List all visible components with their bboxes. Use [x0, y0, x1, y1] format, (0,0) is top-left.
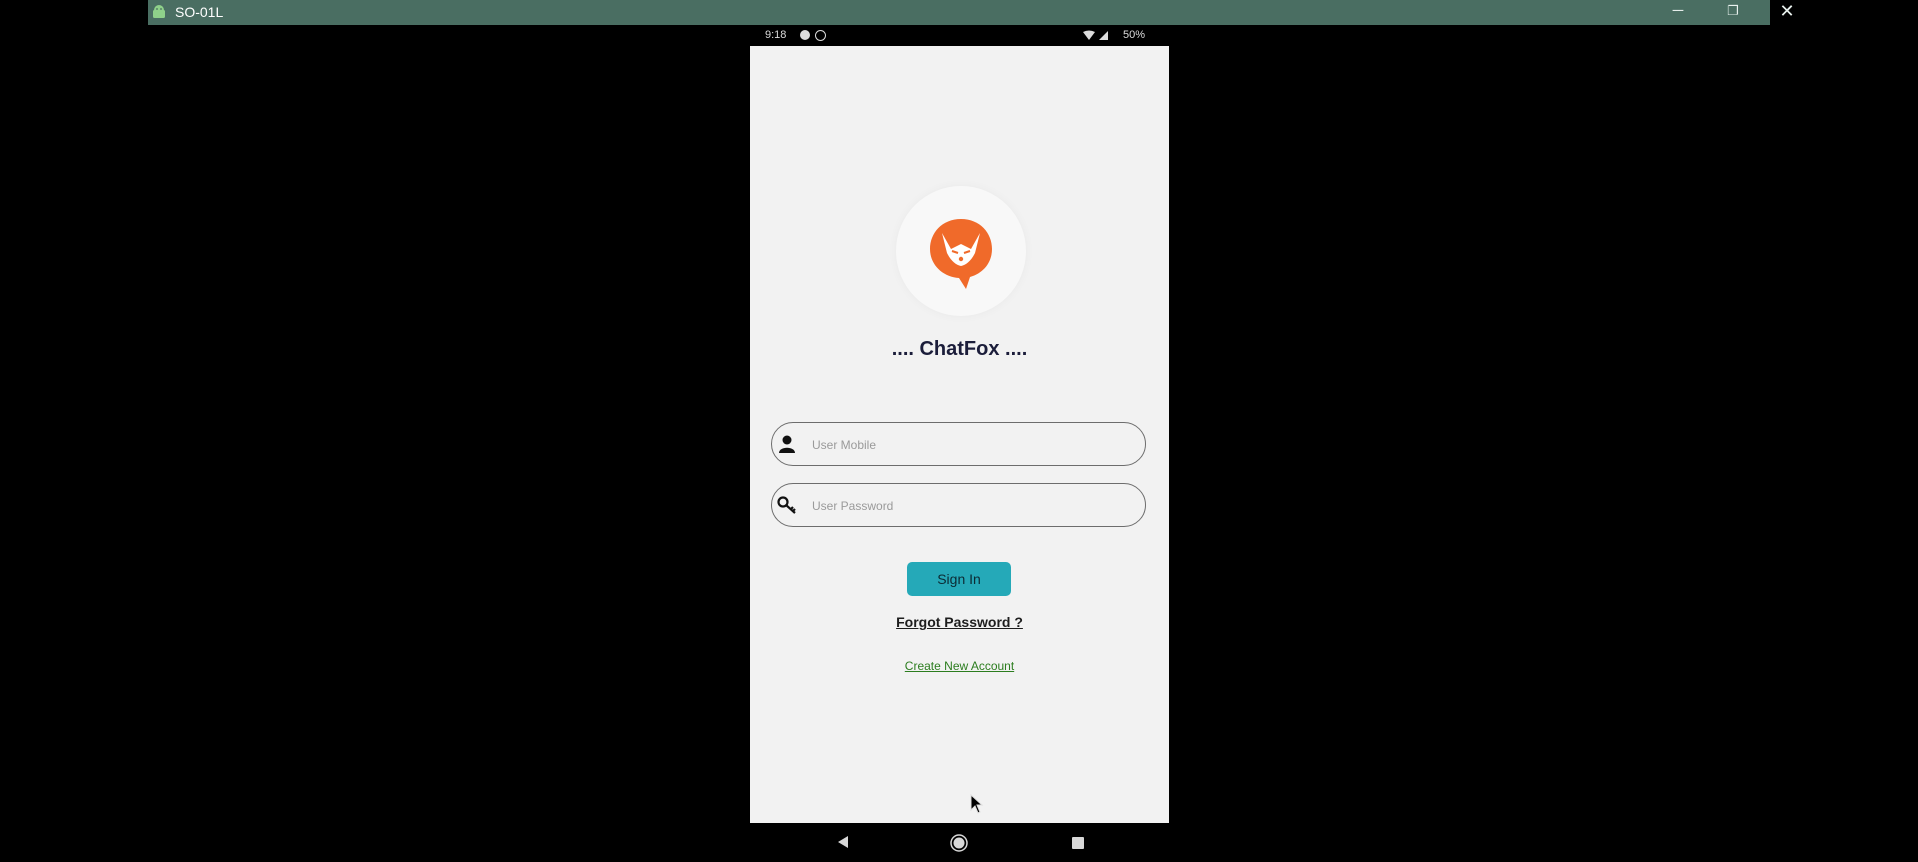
app-title: .... ChatFox ....	[891, 338, 1028, 360]
home-icon[interactable]	[950, 834, 968, 852]
create-account-link[interactable]: Create New Account	[750, 659, 1169, 673]
status-time: 9:18	[765, 29, 787, 41]
android-nav-bar	[750, 823, 1169, 862]
android-icon	[153, 5, 165, 18]
minimize-button[interactable]: ─	[1653, 0, 1703, 25]
close-button[interactable]: ✕	[1762, 0, 1812, 25]
recent-apps-icon[interactable]	[1072, 837, 1084, 849]
facebook-notification-icon	[800, 30, 810, 40]
phone-status-bar: 9:18 50%	[750, 26, 1169, 46]
wifi-signal-icon	[1083, 30, 1108, 40]
user-mobile-field[interactable]	[771, 422, 1146, 466]
forgot-password-link[interactable]: Forgot Password ?	[750, 614, 1169, 630]
battery-level: 50%	[1123, 29, 1146, 41]
back-icon[interactable]	[837, 835, 849, 849]
mouse-pointer-icon	[970, 794, 984, 814]
login-screen: .... ChatFox .... Sign In Forgot Passwor…	[750, 46, 1169, 823]
user-icon	[779, 435, 795, 453]
fox-logo-icon	[930, 219, 992, 289]
key-icon	[777, 496, 796, 514]
user-mobile-input[interactable]	[810, 431, 1134, 459]
notification-icon	[815, 30, 826, 41]
sign-in-button[interactable]: Sign In	[907, 562, 1011, 596]
host-window-titlebar: SO-01L ─ ❐ ✕	[148, 0, 1795, 25]
restore-button[interactable]: ❐	[1708, 0, 1758, 25]
app-logo	[896, 186, 1026, 316]
user-password-input[interactable]	[810, 492, 1134, 520]
user-password-field[interactable]	[771, 483, 1146, 527]
host-window-title: SO-01L	[175, 4, 224, 20]
